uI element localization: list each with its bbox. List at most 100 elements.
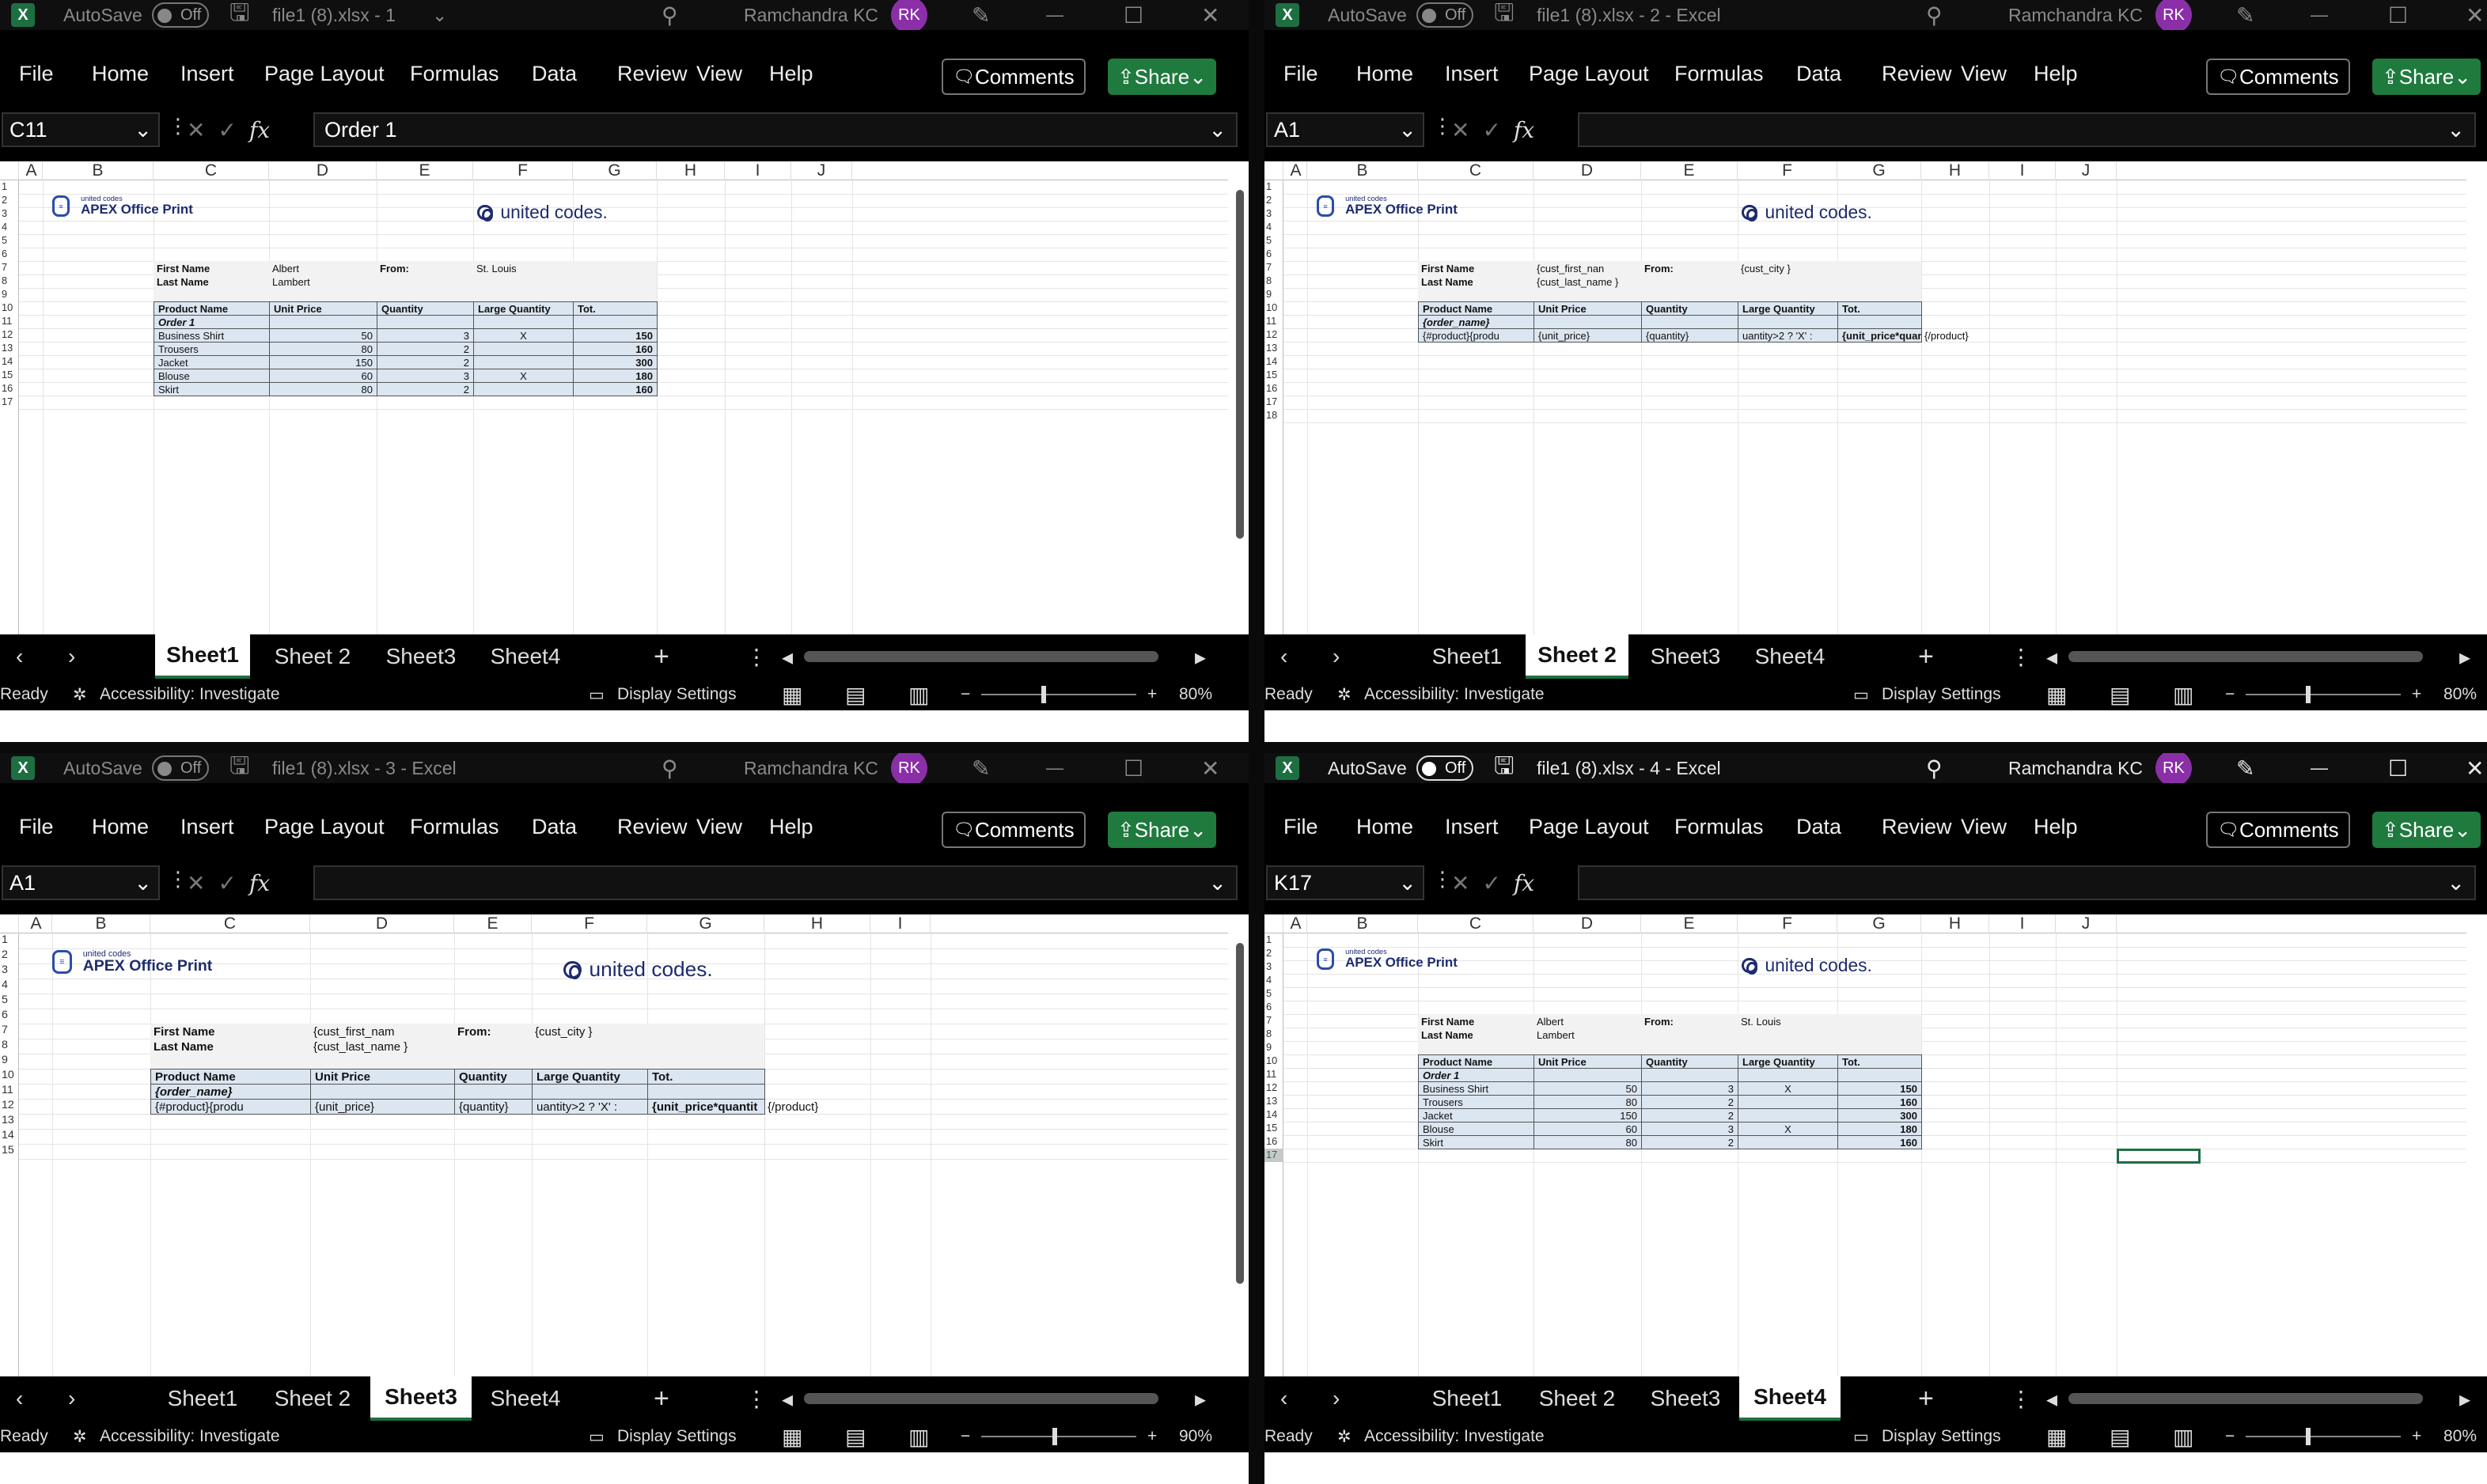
- menu-insert[interactable]: Insert: [180, 62, 234, 86]
- scroll-right-icon[interactable]: ▸: [2459, 1376, 2470, 1421]
- header-quantity[interactable]: Quantity: [1641, 301, 1738, 316]
- zoom-slider-thumb[interactable]: [1041, 686, 1046, 703]
- zoom-level[interactable]: 90%: [1179, 1421, 1212, 1452]
- close-icon[interactable]: ✕: [2466, 0, 2484, 30]
- minimize-icon[interactable]: —: [1046, 0, 1063, 30]
- prev-sheet-icon[interactable]: ‹: [16, 1376, 23, 1421]
- avatar[interactable]: RK: [891, 0, 927, 33]
- horizontal-scroll-thumb[interactable]: [2068, 651, 2423, 662]
- table-cell[interactable]: [1738, 1135, 1838, 1149]
- accessibility-icon[interactable]: ✲: [73, 679, 87, 710]
- template-cell[interactable]: uantity>2 ? 'X' :: [532, 1099, 648, 1115]
- prev-sheet-icon[interactable]: ‹: [16, 634, 23, 679]
- header-large-quantity[interactable]: Large Quantity: [1738, 301, 1838, 316]
- column-header-B[interactable]: B: [1307, 161, 1418, 180]
- sheet-tab-sheet2[interactable]: Sheet 2: [1526, 1376, 1628, 1421]
- row-header[interactable]: 8: [1264, 274, 1283, 288]
- comments-button[interactable]: 🗨 Comments: [942, 59, 1086, 95]
- avatar[interactable]: RK: [2155, 753, 2192, 786]
- close-icon[interactable]: ✕: [1201, 753, 1219, 783]
- row-header[interactable]: 10: [1264, 1054, 1283, 1068]
- column-header-G[interactable]: G: [647, 914, 764, 933]
- column-header-G[interactable]: G: [1837, 914, 1921, 933]
- column-header-A[interactable]: A: [21, 161, 43, 180]
- row-header[interactable]: 7: [1264, 1014, 1283, 1028]
- menu-view[interactable]: View: [1961, 815, 2007, 839]
- column-header-I[interactable]: I: [725, 161, 791, 180]
- row-header[interactable]: 17: [1264, 396, 1283, 409]
- row-header[interactable]: 3: [0, 207, 19, 221]
- column-header-A[interactable]: A: [1285, 914, 1307, 933]
- sheet-tab-sheet2[interactable]: Sheet 2: [261, 634, 364, 679]
- zoom-out-icon[interactable]: −: [2225, 1421, 2235, 1452]
- sheet-tab-sheet4[interactable]: Sheet4: [1739, 634, 1841, 679]
- accessibility-icon[interactable]: ✲: [1337, 679, 1352, 710]
- table-cell[interactable]: X: [1738, 1081, 1838, 1096]
- table-cell[interactable]: 160: [573, 382, 658, 396]
- select-all-corner[interactable]: [1264, 161, 1283, 180]
- display-settings-icon[interactable]: ▭: [589, 1421, 605, 1452]
- template-cell[interactable]: {quantity}: [1641, 328, 1738, 343]
- column-header-G[interactable]: G: [573, 161, 657, 180]
- enter-icon[interactable]: ✓: [1482, 117, 1500, 143]
- menu-data[interactable]: Data: [532, 815, 577, 839]
- cancel-icon[interactable]: ✕: [187, 117, 205, 143]
- page-layout-view-icon[interactable]: ▤: [845, 679, 866, 710]
- table-cell[interactable]: X: [473, 369, 574, 383]
- search-icon[interactable]: ⚲: [662, 753, 678, 783]
- display-settings-icon[interactable]: ▭: [1853, 1421, 1869, 1452]
- menu-page-layout[interactable]: Page Layout: [264, 815, 385, 839]
- table-cell[interactable]: 80: [1534, 1095, 1642, 1109]
- column-header-C[interactable]: C: [154, 161, 269, 180]
- column-header-F[interactable]: F: [473, 161, 573, 180]
- table-cell[interactable]: [473, 382, 574, 396]
- share-dropdown-icon[interactable]: ⌄: [2454, 65, 2471, 89]
- table-cell[interactable]: 180: [573, 369, 658, 383]
- table-cell[interactable]: 180: [1837, 1122, 1922, 1136]
- row-header[interactable]: 7: [0, 1024, 19, 1039]
- table-cell[interactable]: [473, 355, 574, 369]
- display-settings-button[interactable]: Display Settings: [1882, 679, 2001, 710]
- cancel-icon[interactable]: ✕: [187, 870, 205, 896]
- accessibility-status[interactable]: Accessibility: Investigate: [100, 1421, 280, 1452]
- row-header[interactable]: 5: [1264, 234, 1283, 248]
- template-cell[interactable]: {unit_price*quantit: [647, 1099, 765, 1115]
- table-cell[interactable]: Business Shirt: [154, 328, 270, 343]
- sheet-tab-sheet3[interactable]: Sheet3: [1635, 1376, 1736, 1421]
- share-dropdown-icon[interactable]: ⌄: [1189, 65, 1207, 89]
- menu-file[interactable]: File: [19, 62, 54, 86]
- column-header-D[interactable]: D: [310, 914, 454, 933]
- maximize-icon[interactable]: ☐: [2388, 0, 2408, 30]
- row-header[interactable]: 17: [0, 396, 19, 409]
- scroll-right-icon[interactable]: ▸: [1195, 634, 1206, 679]
- header-large-quantity[interactable]: Large Quantity: [1738, 1054, 1838, 1069]
- row-header[interactable]: 6: [0, 1009, 19, 1024]
- insert-function-icon[interactable]: fx: [1514, 117, 1534, 143]
- row-header[interactable]: 13: [0, 342, 19, 355]
- avatar[interactable]: RK: [891, 753, 927, 786]
- select-all-corner[interactable]: [0, 914, 19, 933]
- accessibility-icon[interactable]: ✲: [73, 1421, 87, 1452]
- menu-review[interactable]: Review: [617, 62, 688, 86]
- column-header-B[interactable]: B: [1307, 914, 1418, 933]
- zoom-in-icon[interactable]: +: [2412, 679, 2421, 710]
- row-header[interactable]: 14: [0, 1129, 19, 1144]
- table-cell[interactable]: 50: [1534, 1081, 1642, 1096]
- order-cell[interactable]: [532, 1084, 648, 1100]
- row-header[interactable]: 5: [0, 234, 19, 248]
- sheet-tab-sheet3[interactable]: Sheet3: [1635, 634, 1736, 679]
- formula-input[interactable]: Order 1 ⌄: [313, 112, 1238, 147]
- page-break-view-icon[interactable]: ▥: [2173, 1421, 2193, 1452]
- add-sheet-icon[interactable]: +: [1918, 1376, 1934, 1421]
- table-cell[interactable]: 150: [1837, 1081, 1922, 1096]
- row-header[interactable]: 11: [1264, 315, 1283, 328]
- row-header[interactable]: 15: [0, 369, 19, 382]
- menu-formulas[interactable]: Formulas: [1674, 815, 1764, 839]
- zoom-level[interactable]: 80%: [2443, 1421, 2477, 1452]
- header-unit-price[interactable]: Unit Price: [310, 1069, 455, 1085]
- column-header-C[interactable]: C: [1418, 161, 1534, 180]
- row-header[interactable]: 3: [1264, 960, 1283, 974]
- insert-function-icon[interactable]: fx: [249, 870, 270, 896]
- sheet-tab-sheet4[interactable]: Sheet4: [475, 634, 576, 679]
- zoom-slider[interactable]: [981, 694, 1136, 695]
